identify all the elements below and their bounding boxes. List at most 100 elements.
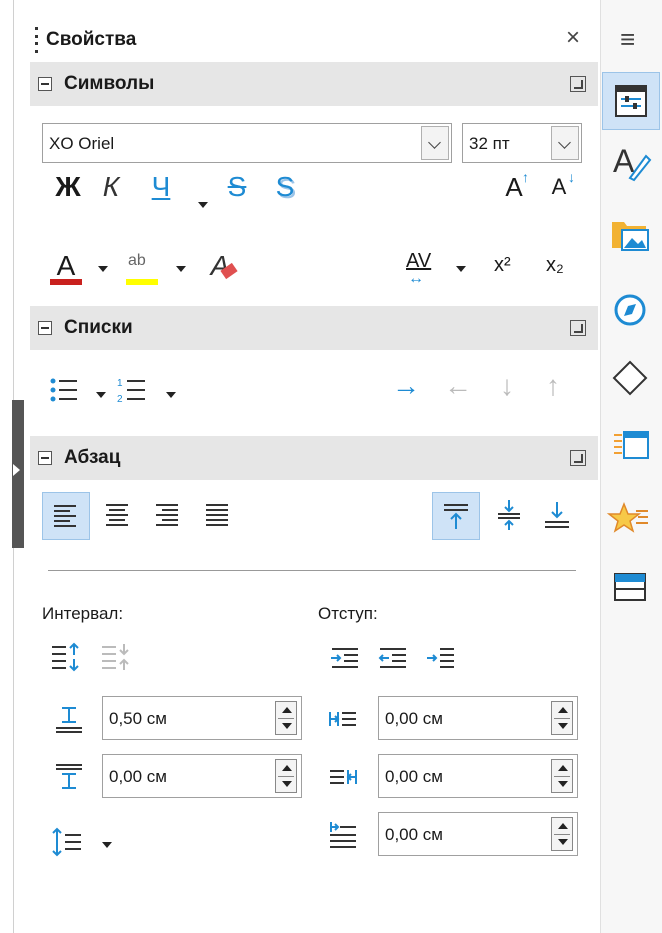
tab-shapes[interactable] xyxy=(602,350,660,408)
increase-spacing-button[interactable] xyxy=(50,641,84,673)
highlight-dropdown-icon[interactable] xyxy=(176,266,186,272)
ordered-list-button[interactable]: 1 2 xyxy=(116,375,152,407)
tab-styles[interactable]: A xyxy=(602,134,660,192)
after-indent-value: 0,00 см xyxy=(385,767,443,786)
section-title: Списки xyxy=(64,317,133,338)
first-line-indent-value: 0,00 см xyxy=(385,825,443,844)
align-bottom-button[interactable] xyxy=(534,492,582,540)
section-characters-header[interactable]: Символы xyxy=(30,62,598,106)
move-down-arrow-icon[interactable]: ↓ xyxy=(500,370,514,402)
first-line-indent-spinbox[interactable]: 0,00 см xyxy=(378,812,578,856)
align-top-button[interactable] xyxy=(432,492,480,540)
tab-master-slides[interactable] xyxy=(602,418,660,476)
bold-button[interactable]: Ж xyxy=(50,169,86,205)
first-line-indent-icon xyxy=(328,820,358,850)
above-spacing-spinbox[interactable]: 0,50 см xyxy=(102,696,302,740)
underline-button[interactable]: Ч xyxy=(146,169,176,205)
font-color-swatch xyxy=(50,279,82,285)
grow-font-button[interactable]: A ↑ xyxy=(500,169,534,205)
font-color-button[interactable]: A xyxy=(48,248,88,286)
font-color-dropdown-icon[interactable] xyxy=(98,266,108,272)
arrow-up-icon: ↑ xyxy=(522,169,529,185)
align-justify-icon xyxy=(206,504,228,526)
svg-text:1: 1 xyxy=(117,378,123,389)
tab-animation[interactable] xyxy=(602,490,660,548)
spin-buttons[interactable] xyxy=(551,701,573,735)
line-spacing-button[interactable] xyxy=(50,826,86,858)
collapse-section-icon[interactable] xyxy=(38,321,52,335)
below-spacing-spinbox[interactable]: 0,00 см xyxy=(102,754,302,798)
tab-properties[interactable] xyxy=(602,72,660,130)
more-options-icon[interactable] xyxy=(570,450,586,466)
panel-title: Свойства xyxy=(46,29,137,50)
decrease-paragraph-spacing-icon xyxy=(102,644,129,670)
strikethrough-button[interactable]: S xyxy=(222,169,252,205)
subscript-button[interactable]: x₂ xyxy=(546,254,564,277)
slide-transition-icon xyxy=(614,573,646,601)
underline-dropdown-icon[interactable] xyxy=(198,202,208,208)
line-spacing-dropdown-icon[interactable] xyxy=(102,842,112,848)
sidebar-menu-icon[interactable]: ≡ xyxy=(620,24,635,55)
clear-formatting-button[interactable]: A xyxy=(206,248,240,286)
tab-gallery[interactable] xyxy=(602,206,660,264)
align-middle-button[interactable] xyxy=(486,492,534,540)
tab-navigator[interactable] xyxy=(602,282,660,340)
increase-indent-button[interactable] xyxy=(328,643,362,673)
svg-text:A: A xyxy=(613,143,635,179)
font-name-value: XO Oriel xyxy=(49,134,115,153)
below-paragraph-spacing-icon xyxy=(54,762,84,792)
decrease-spacing-button[interactable] xyxy=(100,641,134,673)
spacing-dropdown-icon[interactable] xyxy=(456,266,466,272)
close-icon[interactable]: × xyxy=(566,24,580,52)
more-options-icon[interactable] xyxy=(570,76,586,92)
before-indent-spinbox[interactable]: 0,00 см xyxy=(378,696,578,740)
gallery-icon xyxy=(612,222,649,251)
hanging-indent-button[interactable] xyxy=(424,643,458,673)
superscript-button[interactable]: x² xyxy=(494,254,511,277)
italic-button[interactable]: К xyxy=(96,169,126,205)
collapse-section-icon[interactable] xyxy=(38,451,52,465)
after-indent-spinbox[interactable]: 0,00 см xyxy=(378,754,578,798)
align-bottom-icon xyxy=(545,502,569,528)
more-options-icon[interactable] xyxy=(570,320,586,336)
spin-buttons[interactable] xyxy=(551,759,573,793)
section-title: Символы xyxy=(64,73,155,94)
spin-buttons[interactable] xyxy=(551,817,573,851)
above-paragraph-spacing-icon xyxy=(54,704,84,734)
after-text-indent-icon xyxy=(328,764,358,790)
grip-icon[interactable] xyxy=(35,27,38,53)
character-spacing-button[interactable]: AV ↔ xyxy=(404,248,444,287)
align-left-button[interactable] xyxy=(42,492,90,540)
collapse-section-icon[interactable] xyxy=(38,77,52,91)
shrink-font-button[interactable]: A ↓ xyxy=(546,169,580,205)
shadow-button[interactable]: S xyxy=(270,169,300,205)
tab-slide-transition[interactable] xyxy=(602,560,660,618)
section-lists-header[interactable]: Списки xyxy=(30,306,598,350)
chevron-down-icon[interactable] xyxy=(421,126,449,160)
spin-buttons[interactable] xyxy=(275,701,297,735)
section-paragraph-header[interactable]: Абзац xyxy=(30,436,598,480)
highlight-swatch xyxy=(126,279,158,285)
highlight-button[interactable]: ab xyxy=(124,248,164,286)
numbered-list-dropdown-icon[interactable] xyxy=(166,392,176,398)
demote-arrow-icon[interactable]: → xyxy=(392,370,420,402)
spin-buttons[interactable] xyxy=(275,759,297,793)
font-name-combobox[interactable]: XO Oriel xyxy=(42,123,452,163)
chevron-down-icon[interactable] xyxy=(551,126,579,160)
move-up-arrow-icon[interactable]: ↑ xyxy=(546,370,560,402)
align-center-button[interactable] xyxy=(96,492,144,540)
before-indent-value: 0,00 см xyxy=(385,709,443,728)
align-right-button[interactable] xyxy=(146,492,194,540)
decrease-indent-button[interactable] xyxy=(376,643,410,673)
shapes-icon xyxy=(612,360,648,396)
align-center-icon xyxy=(106,504,128,526)
svg-text:2: 2 xyxy=(117,394,123,405)
align-left-icon xyxy=(54,505,76,527)
bullet-list-dropdown-icon[interactable] xyxy=(96,392,106,398)
promote-arrow-icon[interactable]: ← xyxy=(444,370,472,402)
hanging-indent-icon xyxy=(427,648,454,668)
increase-indent-icon xyxy=(331,648,358,668)
font-size-combobox[interactable]: 32 пт xyxy=(462,123,582,163)
align-justify-button[interactable] xyxy=(196,492,244,540)
unordered-list-button[interactable] xyxy=(48,375,84,407)
